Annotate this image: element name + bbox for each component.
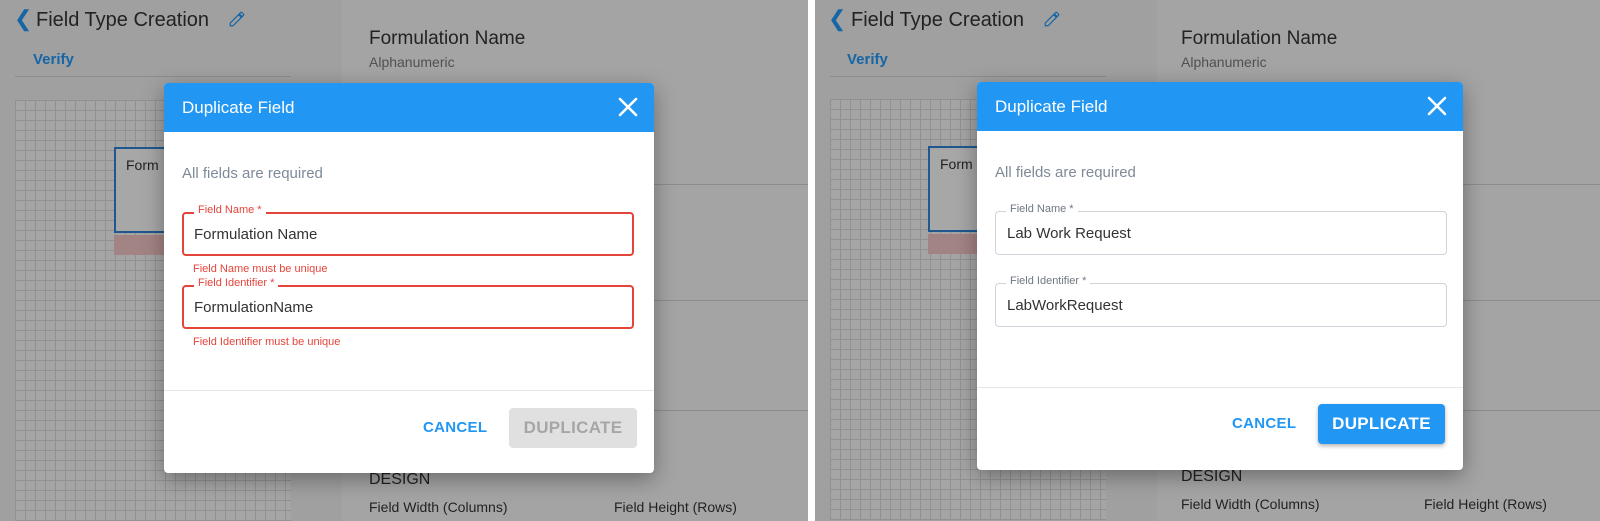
duplicate-button[interactable]: DUPLICATE [1318, 404, 1445, 444]
field-identifier-error: Field Identifier must be unique [193, 336, 341, 348]
field-identifier-label: Field Identifier * [194, 277, 279, 289]
dialog-title: Duplicate Field [182, 98, 295, 117]
dialog-header: Duplicate Field [977, 82, 1463, 131]
field-name-value: Lab Work Request [1007, 225, 1131, 242]
field-identifier-value: FormulationName [194, 299, 314, 316]
dialog-footer-divider [164, 390, 654, 391]
duplicate-field-dialog: Duplicate Field All fields are required … [164, 83, 654, 473]
screenshot-divider [808, 0, 815, 521]
field-identifier-value: LabWorkRequest [1007, 297, 1123, 314]
required-note: All fields are required [995, 164, 1136, 181]
field-name-input[interactable]: Field Name * Lab Work Request [995, 203, 1447, 255]
close-icon[interactable] [616, 95, 640, 119]
cancel-button[interactable]: CANCEL [423, 419, 487, 436]
dialog-header: Duplicate Field [164, 83, 654, 132]
field-name-label: Field Name * [1006, 203, 1078, 215]
field-identifier-label: Field Identifier * [1006, 275, 1091, 287]
field-identifier-input[interactable]: Field Identifier * LabWorkRequest [995, 275, 1447, 327]
required-note: All fields are required [182, 165, 323, 182]
field-identifier-input[interactable]: Field Identifier * FormulationName [182, 277, 634, 329]
field-name-label: Field Name * [194, 204, 266, 216]
dialog-title: Duplicate Field [995, 97, 1108, 116]
cancel-button[interactable]: CANCEL [1232, 415, 1296, 432]
close-icon[interactable] [1425, 94, 1449, 118]
field-name-value: Formulation Name [194, 226, 318, 243]
field-name-input[interactable]: Field Name * Formulation Name [182, 204, 634, 256]
screen-error-state: ❮ Field Type Creation Verify Form Formul… [0, 0, 808, 521]
screen-valid-state: ❮ Field Type Creation Verify Form Formul… [815, 0, 1600, 521]
field-name-error: Field Name must be unique [193, 263, 328, 275]
dialog-footer-divider [977, 387, 1463, 388]
duplicate-field-dialog: Duplicate Field All fields are required … [977, 82, 1463, 470]
duplicate-button[interactable]: DUPLICATE [509, 408, 637, 448]
